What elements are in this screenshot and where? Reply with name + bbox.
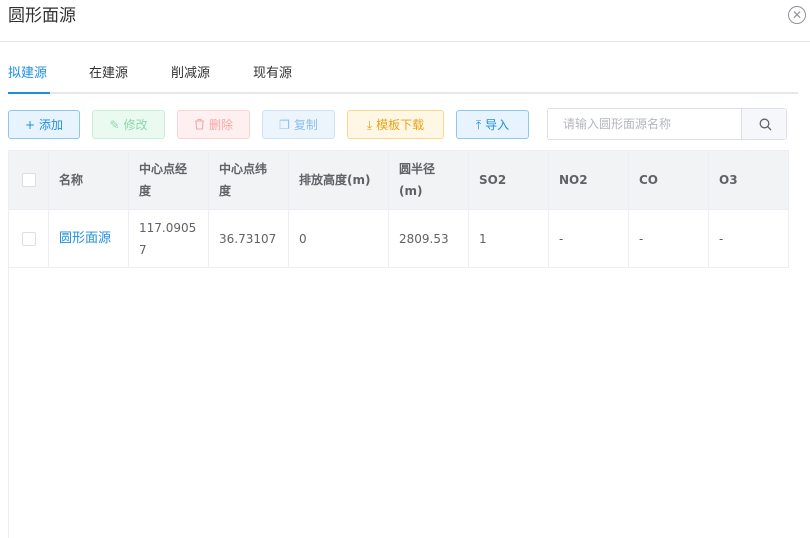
header-name: 名称	[49, 151, 129, 209]
close-circle-icon[interactable]: ✕	[788, 6, 806, 24]
cell-name: 圆形面源	[49, 210, 129, 267]
table-header: 名称 中心点经度 中心点纬度 排放高度(m) 圆半径(m) SO2 NO2 CO…	[9, 150, 789, 210]
upload-icon: ⤒	[475, 117, 482, 132]
source-table: 名称 中心点经度 中心点纬度 排放高度(m) 圆半径(m) SO2 NO2 CO…	[8, 150, 810, 538]
dialog-title: 圆形面源	[8, 6, 76, 26]
row-select-cell	[9, 210, 49, 267]
header-select-cell	[9, 151, 49, 209]
header-o3: O3	[709, 151, 789, 209]
dialog-header: 圆形面源 ✕	[0, 0, 810, 42]
row-checkbox[interactable]	[21, 231, 36, 246]
header-co: CO	[629, 151, 709, 209]
copy-button[interactable]: ❐ 复制	[262, 110, 335, 139]
download-icon: ⤓	[366, 117, 373, 132]
copy-icon: ❐	[279, 117, 290, 132]
import-button-label: 导入	[485, 118, 510, 132]
delete-button-label: 删除	[208, 118, 233, 132]
edit-button-label: 修改	[123, 118, 148, 132]
header-circle-radius: 圆半径(m)	[389, 151, 469, 209]
header-no2: NO2	[549, 151, 629, 209]
tab-proposed-source[interactable]: 拟建源	[8, 56, 47, 92]
search-icon	[759, 118, 771, 130]
edit-button[interactable]: ✎ 修改	[92, 110, 165, 139]
add-button[interactable]: + 添加	[8, 110, 80, 139]
header-center-latitude: 中心点纬度	[209, 151, 289, 209]
copy-button-label: 复制	[293, 118, 318, 132]
add-button-label: 添加	[39, 118, 64, 132]
trash-icon	[194, 118, 205, 132]
cell-o3: -	[709, 210, 789, 267]
plus-icon: +	[24, 117, 36, 132]
tab-bar: 拟建源 在建源 削减源 现有源	[8, 56, 798, 94]
tab-reduced-source[interactable]: 削减源	[171, 56, 210, 92]
cell-circle-radius: 2809.53	[389, 210, 469, 267]
table-row[interactable]: 圆形面源 117.09057 36.73107 0 2809.53 1 - - …	[9, 210, 789, 268]
cell-emission-height: 0	[289, 210, 389, 267]
search-button[interactable]	[741, 109, 786, 139]
search-box	[547, 108, 787, 140]
cell-center-latitude: 36.73107	[209, 210, 289, 267]
cell-center-longitude: 117.09057	[129, 210, 209, 267]
delete-button[interactable]: 删除	[177, 110, 250, 139]
cell-co: -	[629, 210, 709, 267]
tab-under-construction-source[interactable]: 在建源	[89, 56, 128, 92]
template-download-button-label: 模板下载	[376, 118, 425, 132]
cell-so2: 1	[469, 210, 549, 267]
import-button[interactable]: ⤒ 导入	[456, 110, 529, 139]
header-center-longitude: 中心点经度	[129, 151, 209, 209]
header-emission-height: 排放高度(m)	[289, 151, 389, 209]
active-tab-indicator	[8, 92, 50, 94]
header-so2: SO2	[469, 151, 549, 209]
template-download-button[interactable]: ⤓ 模板下载	[347, 110, 444, 139]
search-input[interactable]	[548, 109, 741, 139]
tab-existing-source[interactable]: 现有源	[253, 56, 292, 92]
select-all-checkbox[interactable]	[21, 173, 36, 187]
pencil-icon: ✎	[109, 117, 120, 132]
cell-no2: -	[549, 210, 629, 267]
source-name-link[interactable]: 圆形面源	[59, 228, 111, 250]
